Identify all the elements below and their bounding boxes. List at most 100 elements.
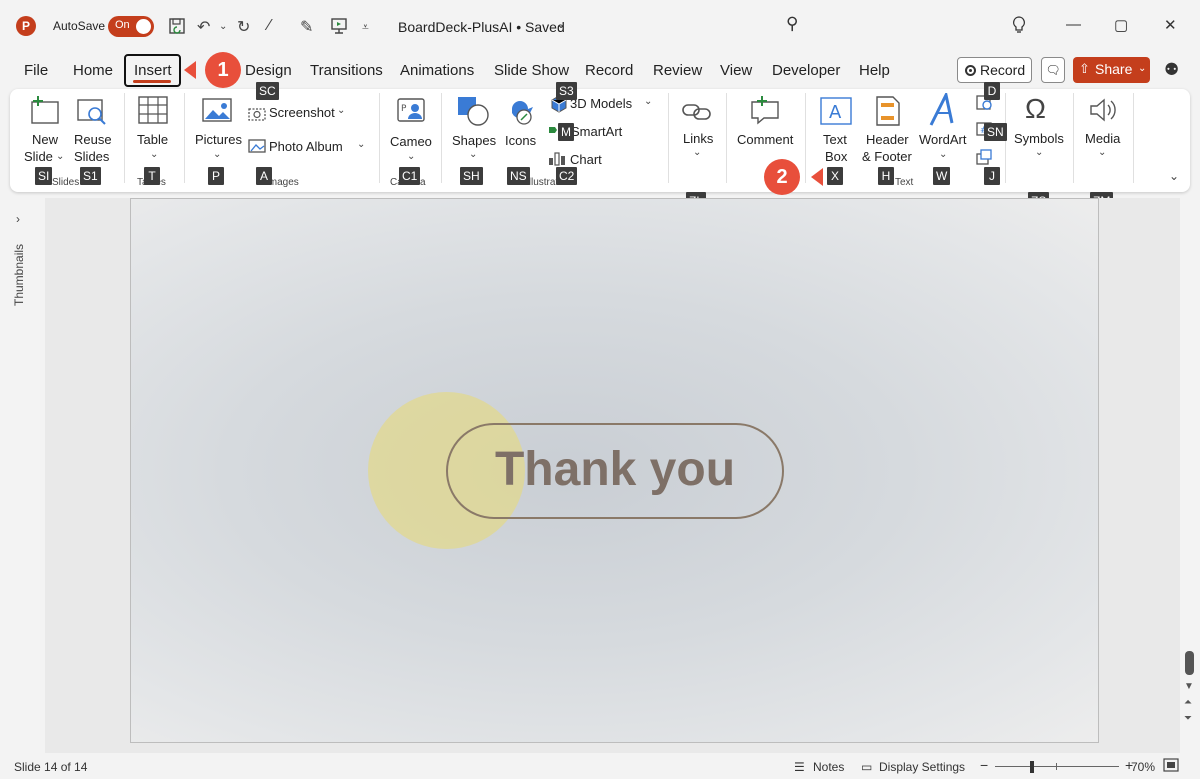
fit-slide-to-window-icon[interactable] — [1163, 758, 1179, 775]
scroll-down-arrow-icon[interactable]: ▼ — [1184, 681, 1194, 692]
shapes-icon[interactable] — [456, 95, 490, 130]
pictures-icon[interactable] — [201, 97, 233, 128]
comment-label[interactable]: Comment — [737, 132, 793, 147]
icons-icon[interactable] — [504, 95, 538, 130]
title-chevron-down-icon[interactable]: ⌄ — [556, 17, 566, 31]
new-slide-chevron-icon[interactable]: ⌄ — [56, 151, 64, 162]
next-slide-icon[interactable]: ⏷ — [1184, 713, 1192, 724]
tab-slide-show[interactable]: Slide Show — [494, 62, 569, 79]
notes-button[interactable]: Notes — [813, 760, 844, 774]
pen-icon[interactable]: ✎ — [300, 17, 313, 37]
share-button[interactable]: ⇧ Share ⌄ — [1073, 57, 1150, 83]
tab-review[interactable]: Review — [653, 62, 702, 79]
coauthor-icon[interactable]: ⚉ — [1164, 60, 1179, 80]
media-chevron-icon[interactable]: ⌄ — [1098, 147, 1106, 158]
undo-icon[interactable]: ↶ — [197, 17, 210, 37]
header-footer-label-1[interactable]: Header — [866, 132, 909, 147]
lightbulb-icon[interactable] — [1012, 16, 1026, 38]
slide-canvas[interactable]: Thank you — [130, 198, 1099, 743]
close-icon[interactable]: ✕ — [1164, 16, 1177, 34]
undo-dropdown-icon[interactable]: ⌄ — [219, 21, 227, 32]
tab-transitions[interactable]: Transitions — [310, 62, 383, 79]
tab-animations[interactable]: Animations — [400, 62, 474, 79]
screenshot-icon[interactable] — [248, 105, 266, 124]
text-box-icon[interactable]: A — [819, 96, 853, 129]
present-icon[interactable] — [330, 17, 348, 40]
wordart-chevron-icon[interactable]: ⌄ — [939, 149, 947, 160]
notes-icon[interactable]: ☰ — [794, 760, 805, 774]
ribbon-display-chevron-icon[interactable]: ⌄ — [1169, 169, 1179, 183]
redo-icon[interactable]: ↻ — [237, 17, 250, 37]
icons-label[interactable]: Icons — [505, 133, 536, 148]
zoom-slider[interactable] — [995, 766, 1119, 767]
photo-album-label[interactable]: Photo Album — [269, 139, 343, 154]
expand-thumbnails-chevron-icon[interactable]: › — [16, 212, 20, 226]
reuse-slides-label-2[interactable]: Slides — [74, 149, 109, 164]
reuse-slides-label-1[interactable]: Reuse — [74, 132, 112, 147]
scrollbar-thumb[interactable] — [1185, 651, 1194, 675]
media-label[interactable]: Media — [1085, 131, 1120, 146]
cameo-label[interactable]: Cameo — [390, 134, 432, 149]
links-icon[interactable] — [681, 99, 713, 128]
tab-file[interactable]: File — [24, 62, 48, 79]
text-box-label-1[interactable]: Text — [823, 132, 847, 147]
new-slide-label-1[interactable]: New — [32, 132, 58, 147]
cameo-chevron-icon[interactable]: ⌄ — [407, 151, 415, 162]
tab-home[interactable]: Home — [73, 62, 113, 79]
tab-help[interactable]: Help — [859, 62, 890, 79]
links-chevron-icon[interactable]: ⌄ — [693, 147, 701, 158]
wordart-label[interactable]: WordArt — [919, 132, 966, 147]
previous-slide-icon[interactable]: ⏶ — [1184, 697, 1192, 708]
shapes-label[interactable]: Shapes — [452, 133, 496, 148]
new-slide-icon[interactable] — [28, 95, 62, 128]
speaker-icon[interactable] — [1087, 97, 1119, 126]
chart-label[interactable]: Chart — [570, 152, 602, 167]
omega-symbol-icon[interactable]: Ω — [1025, 93, 1046, 125]
text-box-label-2[interactable]: Box — [825, 149, 847, 164]
display-settings-icon[interactable]: ▭ — [861, 760, 872, 774]
comments-button[interactable]: 🗨 — [1041, 57, 1065, 83]
maximize-icon[interactable]: ▢ — [1114, 16, 1128, 34]
autosave-toggle[interactable]: On — [108, 16, 154, 37]
photo-album-icon[interactable] — [248, 138, 266, 157]
new-slide-label-2[interactable]: Slide — [24, 149, 53, 164]
screenshot-label[interactable]: Screenshot — [269, 105, 335, 120]
reuse-slides-icon[interactable] — [76, 97, 108, 130]
zoom-slider-thumb[interactable] — [1030, 761, 1034, 773]
tab-record[interactable]: Record — [585, 62, 633, 79]
table-chevron-icon[interactable]: ⌄ — [150, 149, 158, 160]
wordart-icon[interactable] — [928, 90, 958, 130]
zoom-level[interactable]: 70% — [1131, 760, 1155, 774]
tab-developer[interactable]: Developer — [772, 62, 840, 79]
links-label[interactable]: Links — [683, 131, 713, 146]
slide-title[interactable]: Thank you — [446, 442, 784, 497]
document-title[interactable]: BoardDeck-PlusAI • Saved — [398, 19, 565, 35]
display-settings-button[interactable]: Display Settings — [879, 760, 965, 774]
3d-models-label[interactable]: 3D Models — [570, 96, 632, 111]
table-label[interactable]: Table — [137, 132, 168, 147]
magic-wand-icon[interactable]: ⁄ — [268, 17, 271, 35]
header-footer-label-2[interactable]: & Footer — [862, 149, 912, 164]
cameo-icon[interactable]: P — [396, 97, 426, 128]
photo-album-chevron-icon[interactable]: ⌄ — [357, 139, 365, 150]
customize-qat-icon[interactable]: ⩡ — [362, 20, 369, 35]
zoom-out-icon[interactable]: − — [980, 757, 988, 773]
screenshot-chevron-icon[interactable]: ⌄ — [337, 105, 345, 116]
3d-models-chevron-icon[interactable]: ⌄ — [644, 96, 652, 107]
smartart-label[interactable]: SmartArt — [571, 124, 622, 139]
table-icon[interactable] — [137, 95, 169, 128]
search-icon[interactable]: ⚲ — [786, 14, 798, 34]
minimize-icon[interactable]: — — [1066, 16, 1081, 33]
symbols-chevron-icon[interactable]: ⌄ — [1035, 147, 1043, 158]
pictures-label[interactable]: Pictures — [195, 132, 242, 147]
object-icon[interactable] — [975, 148, 993, 169]
record-button[interactable]: Record — [957, 57, 1032, 83]
symbols-label[interactable]: Symbols — [1014, 131, 1064, 146]
pictures-chevron-icon[interactable]: ⌄ — [213, 149, 221, 160]
new-comment-icon[interactable] — [749, 95, 783, 128]
save-icon[interactable] — [168, 17, 186, 40]
tab-insert[interactable]: Insert — [134, 62, 172, 79]
tab-design[interactable]: Design — [245, 62, 292, 79]
shapes-chevron-icon[interactable]: ⌄ — [469, 149, 477, 160]
tab-view[interactable]: View — [720, 62, 752, 79]
